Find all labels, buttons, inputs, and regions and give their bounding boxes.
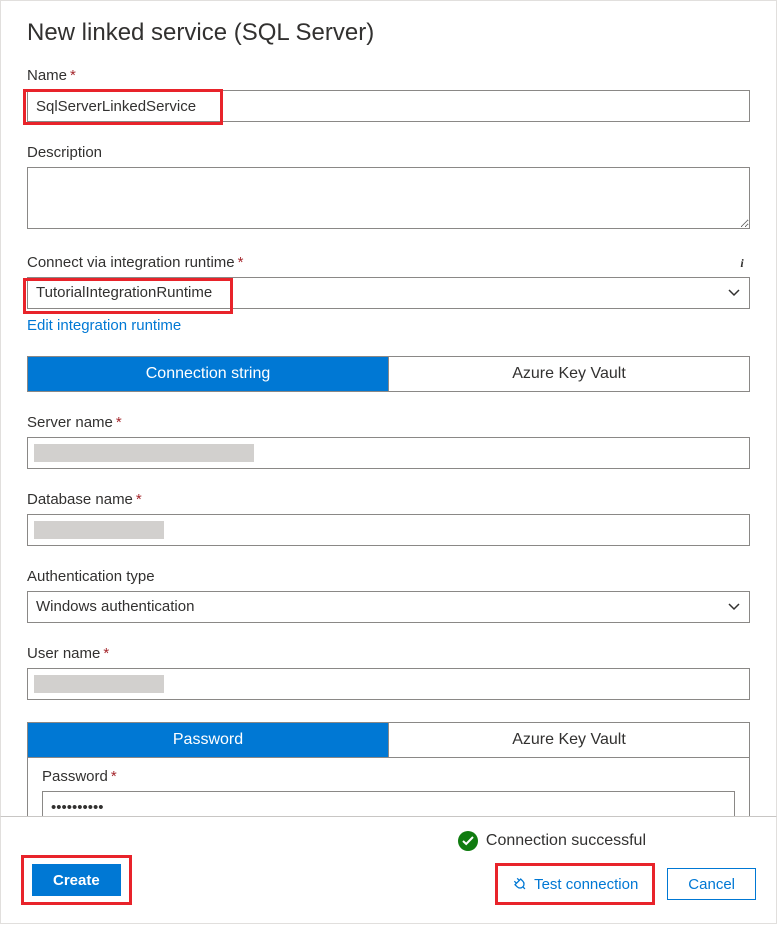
test-connection-button[interactable]: Test connection <box>502 868 648 900</box>
description-label: Description <box>27 144 102 161</box>
name-label: Name* <box>27 67 76 84</box>
page-title: New linked service (SQL Server) <box>27 19 750 47</box>
redacted-value <box>34 675 164 693</box>
redacted-value <box>34 444 254 462</box>
required-icon: * <box>70 67 76 84</box>
tab-connection-string[interactable]: Connection string <box>28 357 388 391</box>
tab-azure-key-vault[interactable]: Azure Key Vault <box>388 357 749 391</box>
highlight-create: Create <box>21 855 132 905</box>
database-name-input[interactable] <box>27 514 750 546</box>
auth-type-select[interactable]: Windows authentication <box>27 591 750 623</box>
tab-password-key-vault[interactable]: Azure Key Vault <box>388 723 749 757</box>
check-circle-icon <box>458 831 478 851</box>
create-button[interactable]: Create <box>32 864 121 896</box>
required-icon: * <box>238 254 244 271</box>
integration-runtime-select[interactable]: TutorialIntegrationRuntime <box>27 277 750 309</box>
password-input[interactable] <box>42 791 735 816</box>
required-icon: * <box>103 645 109 662</box>
plug-icon <box>512 876 528 892</box>
connection-tabs: Connection string Azure Key Vault <box>27 356 750 392</box>
description-input[interactable] <box>27 167 750 229</box>
user-name-input[interactable] <box>27 668 750 700</box>
highlight-test: Test connection <box>495 863 655 905</box>
required-icon: * <box>116 414 122 431</box>
required-icon: * <box>136 491 142 508</box>
cancel-button[interactable]: Cancel <box>667 868 756 900</box>
connection-status: Connection successful <box>458 831 646 851</box>
redacted-value <box>34 521 164 539</box>
auth-type-label: Authentication type <box>27 568 155 585</box>
password-label: Password* <box>42 768 735 785</box>
integration-runtime-label: Connect via integration runtime* <box>27 254 243 271</box>
password-tabs: Password Azure Key Vault <box>27 722 750 758</box>
server-name-input[interactable] <box>27 437 750 469</box>
database-name-label: Database name* <box>27 491 142 508</box>
user-name-label: User name* <box>27 645 109 662</box>
tab-password[interactable]: Password <box>28 723 388 757</box>
required-icon: * <box>111 768 117 785</box>
server-name-label: Server name* <box>27 414 122 431</box>
edit-integration-runtime-link[interactable]: Edit integration runtime <box>27 317 181 334</box>
name-input[interactable] <box>27 90 750 122</box>
info-icon[interactable]: i <box>734 255 750 271</box>
